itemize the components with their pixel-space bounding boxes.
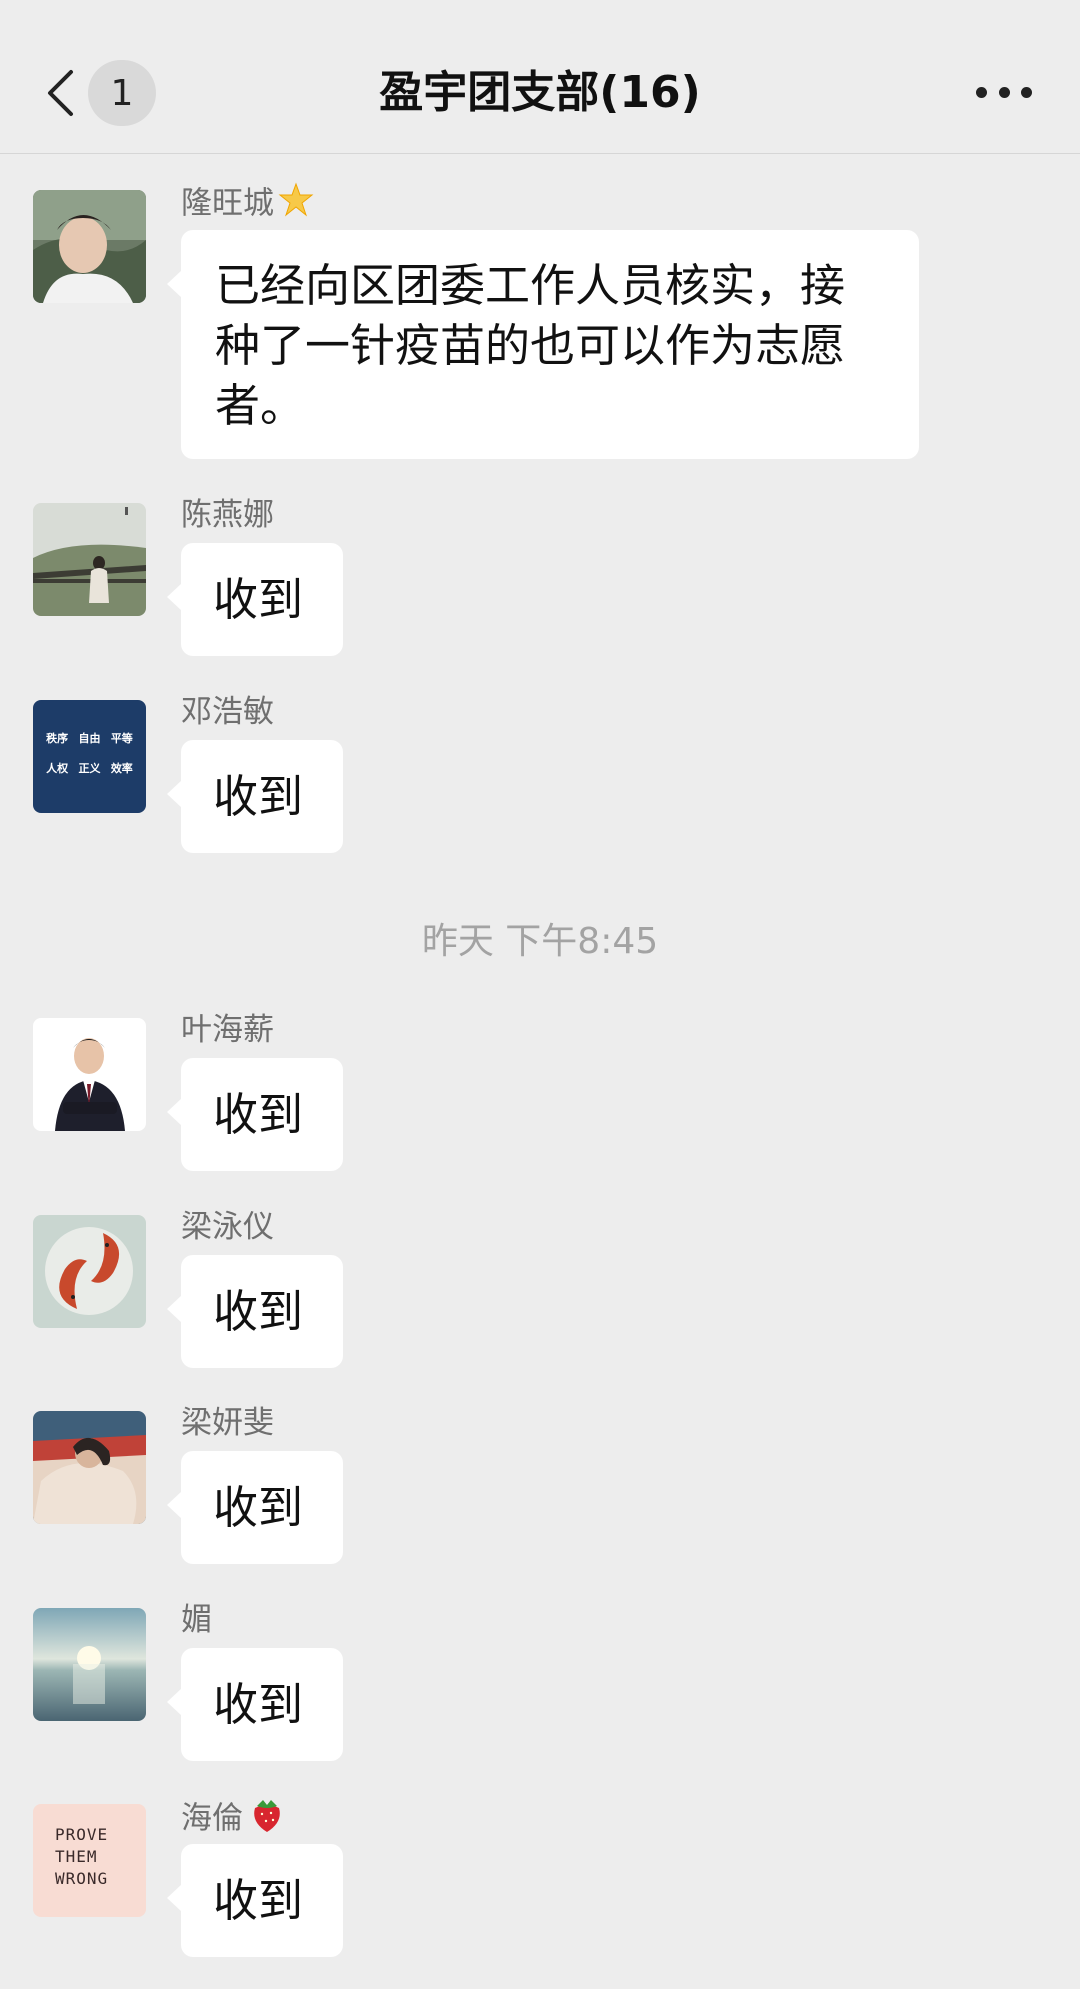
- chevron-left-icon: [48, 70, 73, 116]
- avatar[interactable]: PROVE THEM WRONG: [33, 1804, 146, 1917]
- strawberry-emoji-icon: [249, 1796, 285, 1844]
- avatar[interactable]: [33, 1608, 146, 1721]
- sender-name: 媚: [181, 1602, 212, 1638]
- message-bubble[interactable]: 收到: [167, 1451, 343, 1564]
- avatar-text: 效率: [110, 762, 133, 775]
- message-bubble[interactable]: 已经向区团委工作人员核实，接种了一针疫苗的也可以作为志愿者。: [167, 230, 919, 459]
- avatar[interactable]: [33, 1018, 146, 1131]
- message-bubble[interactable]: 收到: [167, 1648, 343, 1761]
- message-bubble[interactable]: 收到: [167, 1058, 343, 1171]
- avatar-text: 正义: [78, 762, 101, 775]
- star-emoji-icon: [278, 182, 314, 228]
- avatar[interactable]: [33, 190, 146, 303]
- more-icon-dot: [998, 86, 1010, 98]
- avatar[interactable]: [33, 1215, 146, 1328]
- sender-name: 梁泳仪: [181, 1209, 274, 1245]
- avatar[interactable]: [33, 1411, 146, 1524]
- timestamp: 昨天 下午8:45: [421, 921, 659, 962]
- message-bubble[interactable]: 收到: [167, 740, 343, 853]
- sender-name: 叶海薪: [181, 1012, 274, 1048]
- chat-title: 盈宇团支部(16): [379, 67, 701, 118]
- avatar[interactable]: [33, 503, 146, 616]
- avatar-text: PROVE THEM WRONG: [55, 1825, 109, 1888]
- unread-count-badge[interactable]: 1: [88, 60, 156, 126]
- message-bubble[interactable]: 收到: [167, 1255, 343, 1368]
- sender-name: 梁妍斐: [181, 1405, 274, 1441]
- sender-name: 邓浩敏: [181, 694, 274, 730]
- back-button[interactable]: [40, 58, 80, 128]
- more-icon-dot: [976, 86, 987, 98]
- sender-name: 海倫: [181, 1796, 285, 1844]
- avatar-text: 人权: [46, 762, 69, 775]
- avatar-text: 自由: [78, 732, 101, 745]
- sender-name: 隆旺城: [181, 182, 314, 228]
- message-bubble[interactable]: 收到: [167, 1844, 343, 1957]
- avatar-text: 平等: [110, 732, 133, 745]
- more-icon-dot: [1021, 86, 1032, 98]
- message-bubble[interactable]: 收到: [167, 543, 343, 656]
- more-button[interactable]: [976, 82, 1032, 102]
- avatar-text: 秩序: [46, 732, 69, 745]
- avatar[interactable]: 秩序 自由 平等 人权 正义 效率: [33, 700, 146, 813]
- sender-name: 陈燕娜: [181, 497, 274, 533]
- chat-header: 1 盈宇团支部(16): [0, 0, 1080, 154]
